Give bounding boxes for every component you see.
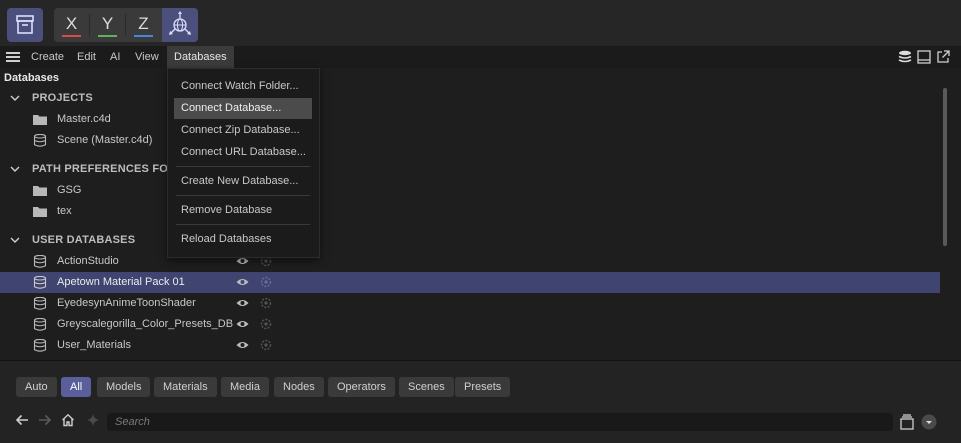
panel-icon[interactable]: [917, 50, 931, 64]
external-link-icon[interactable]: [936, 50, 950, 64]
tree-item-label: User_Materials: [57, 339, 131, 351]
menu-separator: [176, 166, 310, 167]
database-icon: [33, 255, 47, 268]
section-header-projects[interactable]: PROJECTS: [0, 88, 940, 109]
tree-scrollbar[interactable]: [943, 88, 947, 246]
filter-all[interactable]: All: [61, 377, 92, 397]
tree-item-tex[interactable]: tex: [0, 201, 940, 222]
filter-scenes[interactable]: Scenes: [399, 377, 454, 397]
forward-arrow-icon[interactable]: [38, 413, 52, 427]
filter-nodes[interactable]: Nodes: [274, 377, 324, 397]
section-header-path-preferences[interactable]: PATH PREFERENCES FOLDERS: [0, 159, 940, 180]
menu-bar: Create Edit AI View Databases: [0, 46, 961, 68]
tree-item-label: GSG: [57, 184, 82, 196]
tree-item-label: Greyscalegorilla_Color_Presets_DB: [57, 318, 234, 330]
menu-separator: [176, 224, 310, 225]
filter-auto[interactable]: Auto: [16, 377, 57, 397]
section-header-label: USER DATABASES: [32, 234, 136, 246]
folder-icon: [33, 186, 47, 196]
section-header-label: PROJECTS: [32, 92, 93, 104]
chevron-down-icon[interactable]: [921, 414, 937, 430]
search-input[interactable]: [107, 413, 883, 431]
menu-connect-watch-folder[interactable]: Connect Watch Folder...: [174, 76, 312, 97]
y-axis-button[interactable]: Y: [90, 8, 125, 42]
y-axis-underline: [98, 35, 117, 37]
home-icon[interactable]: [61, 413, 75, 427]
filter-search-bar: Auto All Models Materials Media Nodes Op…: [0, 361, 961, 443]
filter-materials[interactable]: Materials: [154, 377, 217, 397]
menu-databases[interactable]: Databases: [167, 46, 234, 68]
top-toolbar: X Y Z: [0, 0, 961, 46]
chevron-down-icon[interactable]: [10, 88, 20, 109]
filter-media[interactable]: Media: [221, 377, 269, 397]
back-arrow-icon[interactable]: [15, 413, 29, 427]
gear-icon[interactable]: [260, 339, 272, 351]
menu-edit[interactable]: Edit: [72, 46, 101, 68]
z-axis-label: Z: [138, 14, 149, 33]
tree-item-master-c4d[interactable]: Master.c4d: [0, 109, 940, 130]
x-axis-underline: [62, 35, 81, 37]
archive-button[interactable]: [7, 8, 43, 42]
x-axis-button[interactable]: X: [54, 8, 89, 42]
search-field[interactable]: [107, 413, 893, 431]
hamburger-menu-icon[interactable]: [6, 52, 20, 62]
databases-dropdown-menu: Connect Watch Folder... Connect Database…: [167, 68, 320, 258]
chevron-down-icon[interactable]: [10, 159, 20, 180]
tree-item-label: ActionStudio: [57, 255, 119, 267]
gear-icon[interactable]: [260, 276, 272, 288]
eye-icon[interactable]: [236, 340, 249, 350]
tree-item-label: Scene (Master.c4d): [57, 134, 153, 146]
menu-view[interactable]: View: [130, 46, 164, 68]
menu-connect-url-database[interactable]: Connect URL Database...: [174, 142, 312, 163]
tree-item-apetown-material-pack[interactable]: Apetown Material Pack 01: [0, 272, 940, 293]
database-icon: [33, 134, 47, 147]
eye-icon[interactable]: [236, 298, 249, 308]
tree-item-scene-master[interactable]: Scene (Master.c4d): [0, 130, 940, 151]
archive-icon: [16, 15, 34, 34]
folder-icon: [33, 207, 47, 217]
database-filter-icon[interactable]: [899, 414, 915, 430]
filter-presets[interactable]: Presets: [455, 377, 511, 397]
z-axis-button[interactable]: Z: [126, 8, 161, 42]
database-icon: [33, 339, 47, 352]
x-axis-label: X: [65, 14, 78, 33]
sparkle-icon[interactable]: [86, 413, 100, 427]
menu-connect-zip-database[interactable]: Connect Zip Database...: [174, 120, 312, 141]
tree-item-greyscalegorilla[interactable]: Greyscalegorilla_Color_Presets_DB: [0, 314, 940, 335]
y-axis-label: Y: [101, 14, 114, 33]
eye-icon[interactable]: [236, 277, 249, 287]
z-axis-underline: [134, 35, 153, 37]
menu-remove-database[interactable]: Remove Database: [174, 200, 312, 221]
world-coordinate-icon: [169, 11, 191, 35]
database-icon: [33, 318, 47, 331]
menu-create-new-database[interactable]: Create New Database...: [174, 171, 312, 192]
tree-item-label: EyedesynAnimeToonShader: [57, 297, 196, 309]
menu-separator: [176, 195, 310, 196]
tree-item-gsg[interactable]: GSG: [0, 180, 940, 201]
filter-models[interactable]: Models: [97, 377, 151, 397]
database-icon: [33, 276, 47, 289]
tree-item-label: Master.c4d: [57, 113, 111, 125]
tree-item-label: Apetown Material Pack 01: [57, 276, 185, 288]
gear-icon[interactable]: [260, 297, 272, 309]
tree-item-label: tex: [57, 205, 72, 217]
world-coordinates-button[interactable]: [162, 8, 198, 42]
eye-icon[interactable]: [236, 319, 249, 329]
menu-connect-database[interactable]: Connect Database...: [174, 98, 312, 119]
section-header-user-databases[interactable]: USER DATABASES: [0, 230, 940, 251]
filter-operators[interactable]: Operators: [328, 377, 395, 397]
gear-icon[interactable]: [260, 318, 272, 330]
database-icon: [33, 297, 47, 310]
chevron-down-icon[interactable]: [10, 230, 20, 251]
folder-icon: [33, 115, 47, 125]
database-stack-icon[interactable]: [898, 50, 912, 64]
menu-ai[interactable]: AI: [105, 46, 125, 68]
tree-item-actionstudio[interactable]: ActionStudio: [0, 251, 940, 272]
menu-create[interactable]: Create: [26, 46, 69, 68]
menu-reload-databases[interactable]: Reload Databases: [174, 229, 312, 250]
tree-item-user-materials[interactable]: User_Materials: [0, 335, 940, 356]
panel-title: Databases: [4, 72, 60, 84]
tree-item-eyedesyn[interactable]: EyedesynAnimeToonShader: [0, 293, 940, 314]
